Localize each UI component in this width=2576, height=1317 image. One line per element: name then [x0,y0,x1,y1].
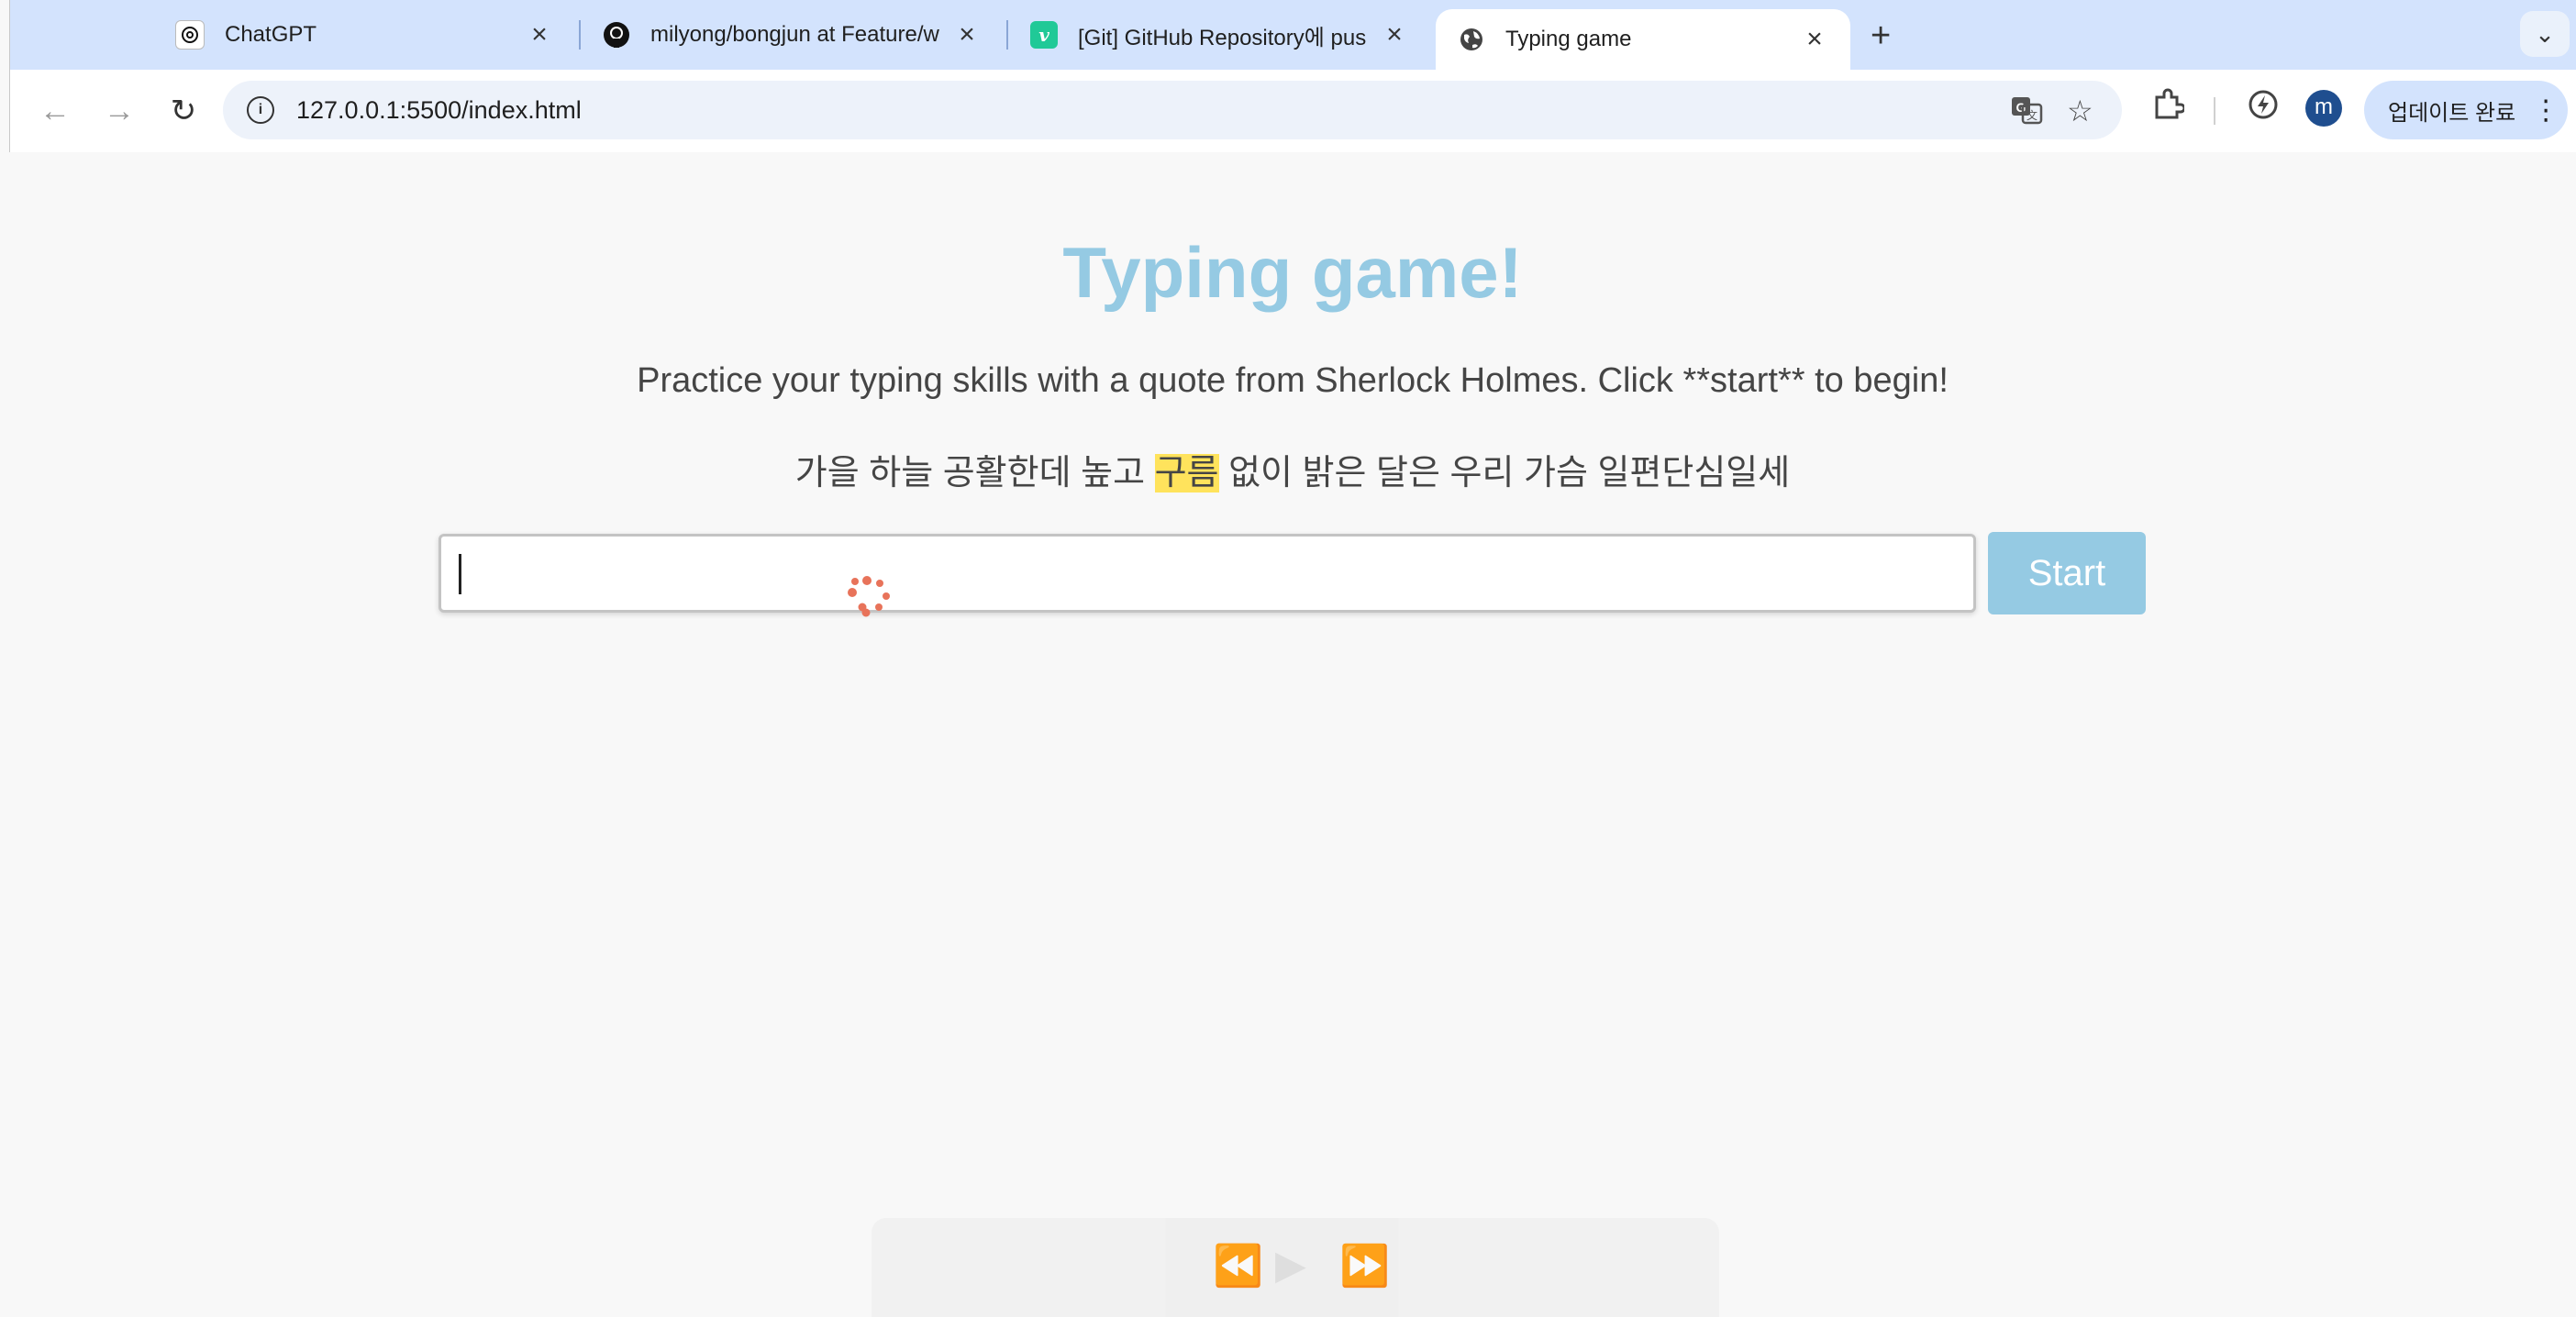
info-icon[interactable]: i [247,96,274,124]
tab-strip: ChatGPT × milyong/bongjun at Feature/w ×… [10,0,2576,70]
forward-icon[interactable]: → [98,90,140,132]
text-caret [459,554,461,594]
tab-chatgpt[interactable]: ChatGPT × [153,0,575,70]
menu-icon[interactable]: ⋮ [2532,94,2559,127]
tab-title: milyong/bongjun at Feature/w [650,22,939,47]
update-label: 업데이트 완료 [2388,100,2516,126]
velog-icon: v [1030,21,1058,49]
close-tab-icon[interactable]: × [1801,26,1828,53]
translate-icon[interactable]: G文 [2010,94,2043,134]
page-content: Typing game! Practice your typing skills… [9,152,2576,1317]
star-icon[interactable]: ☆ [2067,94,2093,128]
chatgpt-icon [175,20,205,50]
toolbar-divider [2214,97,2215,125]
github-icon [603,21,630,49]
extensions-icon[interactable] [2151,88,2186,129]
quote-current-word: 구름 [1154,454,1219,492]
browser-chrome: ChatGPT × milyong/bongjun at Feature/w ×… [9,0,2576,153]
description: Practice your typing skills with a quote… [637,361,1949,400]
svg-text:G: G [2016,100,2026,115]
close-tab-icon[interactable]: × [953,21,981,49]
tab-typing-game[interactable]: Typing game × [1436,9,1850,70]
tab-title: ChatGPT [225,22,317,47]
start-button[interactable]: Start [1988,532,2146,614]
tab-velog[interactable]: v [Git] GitHub Repository에 pus × [1008,0,1430,70]
quote-text-before: 가을 하늘 공활한데 높고 [794,454,1155,492]
page-title: Typing game! [1062,232,1523,313]
typing-input[interactable] [439,534,1976,613]
performance-icon[interactable] [2247,88,2280,129]
play-icon[interactable]: ▶ [1275,1242,1306,1289]
svg-text:文: 文 [2026,108,2037,122]
close-tab-icon[interactable]: × [526,21,553,49]
rewind-icon[interactable]: ⏪ [1213,1242,1263,1289]
tab-title: Typing game [1505,27,1632,51]
address-bar[interactable]: i 127.0.0.1:5500/index.html G文 ☆ [223,81,2122,139]
fast-forward-icon[interactable]: ⏩ [1339,1242,1390,1289]
back-icon[interactable]: ← [34,90,76,132]
update-button[interactable]: 업데이트 완료 ⋮ [2364,81,2568,139]
browser-toolbar: ← → ↻ i 127.0.0.1:5500/index.html G文 ☆ m… [10,70,2576,153]
tab-github[interactable]: milyong/bongjun at Feature/w × [581,0,1003,70]
tab-title: [Git] GitHub Repository에 pus [1078,25,1367,50]
reload-icon[interactable]: ↻ [162,90,205,132]
media-controls-overlay: ⏪ ▶ ⏩ [872,1218,1719,1317]
new-tab-icon[interactable]: + [1871,17,1891,56]
quote: 가을 하늘 공활한데 높고 구름 없이 밝은 달은 우리 가슴 일편단심일세 [9,444,2576,494]
url-text: 127.0.0.1:5500/index.html [296,96,582,124]
tab-search-icon[interactable]: ⌄ [2520,11,2570,57]
close-tab-icon[interactable]: × [1381,21,1408,49]
avatar[interactable]: m [2305,90,2342,127]
globe-icon [1458,26,1485,53]
loading-spinner-icon [848,576,890,617]
quote-text-after: 없이 밝은 달은 우리 가슴 일편단심일세 [1218,454,1791,492]
